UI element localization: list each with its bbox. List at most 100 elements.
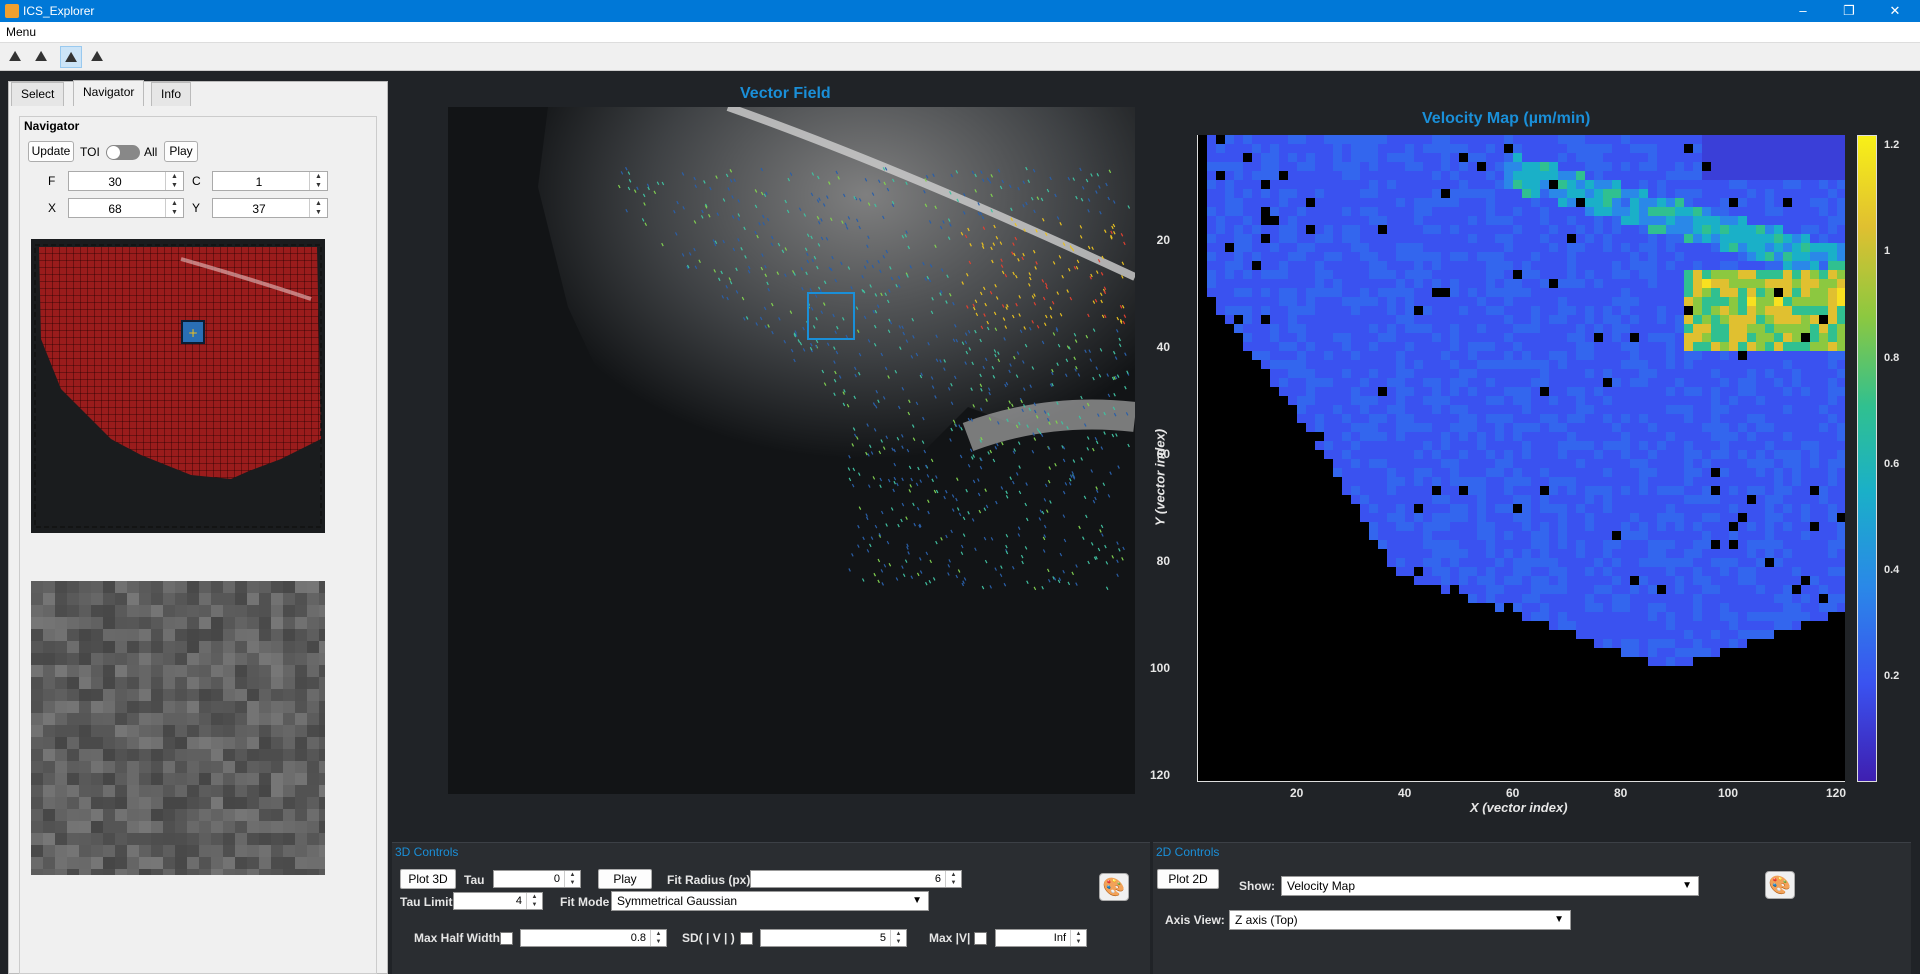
heatmap-cell (1378, 288, 1387, 297)
heatmap-cell (1378, 315, 1387, 324)
f-spinner[interactable]: 30 ▲ ▼ (68, 171, 184, 191)
tab-select[interactable]: Select (11, 82, 65, 106)
tab-info[interactable]: Info (151, 82, 192, 106)
heatmap-cell (1450, 567, 1459, 576)
texture-cell (103, 785, 115, 797)
update-button[interactable]: Update (28, 141, 74, 162)
heatmap-cell (1702, 216, 1711, 225)
heatmap-cell (1387, 441, 1396, 450)
heatmap-cell (1549, 369, 1558, 378)
heatmap-cell (1828, 243, 1837, 252)
plot-icon[interactable]: ⛰ (30, 46, 52, 68)
heatmap-cell (1666, 342, 1675, 351)
close-button[interactable]: ✕ (1872, 0, 1918, 22)
heatmap-cell (1693, 207, 1702, 216)
heatmap-cell (1468, 144, 1477, 153)
heatmap-cell (1684, 360, 1693, 369)
heatmap-cell (1540, 549, 1549, 558)
vector-field-image[interactable] (448, 107, 1135, 794)
image-plot-icon[interactable]: ⛰ (60, 46, 82, 68)
spinner-arrows-icon[interactable]: ▲ ▼ (309, 172, 327, 190)
texture-cell (295, 773, 307, 785)
heatmap-cell (1342, 486, 1351, 495)
heatmap-cell (1414, 333, 1423, 342)
heatmap-cell (1441, 198, 1450, 207)
plot-icon[interactable]: ⛰ (86, 46, 108, 68)
heatmap-cell (1612, 360, 1621, 369)
heatmap-cell (1360, 405, 1369, 414)
heatmap-cell (1288, 180, 1297, 189)
navigator-overview-image[interactable]: + (31, 239, 325, 533)
heatmap-cell (1477, 189, 1486, 198)
heatmap-cell (1792, 198, 1801, 207)
texture-cell (91, 605, 103, 617)
heatmap-cell (1324, 180, 1333, 189)
heatmap-cell (1729, 162, 1738, 171)
heatmap-cell (1621, 504, 1630, 513)
spinner-arrows-icon[interactable]: ▲ ▼ (309, 199, 327, 217)
vector-arrow (925, 551, 929, 556)
heatmap-cell (1549, 207, 1558, 216)
vector-arrow (950, 427, 953, 432)
texture-cell (307, 749, 319, 761)
heatmap-cell (1837, 576, 1845, 585)
heatmap-cell (1360, 288, 1369, 297)
heatmap-cell (1369, 459, 1378, 468)
minimize-button[interactable]: – (1780, 0, 1826, 22)
vector-arrow (862, 536, 865, 541)
heatmap-cell (1837, 531, 1845, 540)
texture-cell (235, 761, 247, 773)
spinner-arrows-icon[interactable]: ▲ ▼ (165, 172, 183, 190)
heatmap-cell (1477, 153, 1486, 162)
heatmap-cell (1567, 522, 1576, 531)
heatmap-cell (1522, 432, 1531, 441)
texture-cell (43, 869, 55, 875)
x-spinner[interactable]: 68 ▲ ▼ (68, 198, 184, 218)
heatmap-cell (1360, 198, 1369, 207)
heatmap-cell (1495, 531, 1504, 540)
texture-cell (163, 725, 175, 737)
heatmap-cell (1252, 306, 1261, 315)
menu-item-menu[interactable]: Menu (6, 25, 36, 39)
heatmap-cell (1837, 495, 1845, 504)
heatmap-cell (1369, 387, 1378, 396)
vector-arrow (989, 585, 993, 589)
texture-cell (271, 857, 283, 869)
heatmap-cell (1675, 531, 1684, 540)
texture-cell (55, 653, 67, 665)
velocity-map-axes[interactable] (1197, 135, 1845, 782)
heatmap-cell (1450, 180, 1459, 189)
navigator-play-button[interactable]: Play (164, 141, 198, 162)
heatmap-cell (1396, 441, 1405, 450)
y-spinner[interactable]: 37 ▲ ▼ (212, 198, 328, 218)
c-spinner[interactable]: 1 ▲ ▼ (212, 171, 328, 191)
texture-cell (163, 773, 175, 785)
texture-cell (91, 617, 103, 629)
maximize-button[interactable]: ❐ (1826, 0, 1872, 22)
heatmap-cell (1522, 468, 1531, 477)
heatmap-cell (1576, 243, 1585, 252)
heatmap-cell (1504, 252, 1513, 261)
spinner-arrows-icon[interactable]: ▲ ▼ (165, 199, 183, 217)
heatmap-cell (1684, 504, 1693, 513)
plot-icon[interactable]: ⛰ (4, 46, 26, 68)
vector-arrow (955, 497, 958, 502)
heatmap-cell (1720, 324, 1729, 333)
texture-cell (295, 725, 307, 737)
heatmap-cell (1837, 585, 1845, 594)
heatmap-cell (1774, 351, 1783, 360)
heatmap-cell (1225, 144, 1234, 153)
tab-navigator[interactable]: Navigator (73, 80, 145, 106)
heatmap-cell (1414, 576, 1423, 585)
heatmap-cell (1603, 360, 1612, 369)
heatmap-cell (1540, 531, 1549, 540)
heatmap-cell (1459, 207, 1468, 216)
heatmap-cell (1702, 549, 1711, 558)
vector-arrow (945, 534, 948, 539)
texture-cell (115, 665, 127, 677)
heatmap-cell (1441, 207, 1450, 216)
toi-toggle[interactable] (106, 145, 140, 160)
heatmap-cell (1702, 504, 1711, 513)
texture-cell (211, 773, 223, 785)
heatmap-cell (1495, 369, 1504, 378)
